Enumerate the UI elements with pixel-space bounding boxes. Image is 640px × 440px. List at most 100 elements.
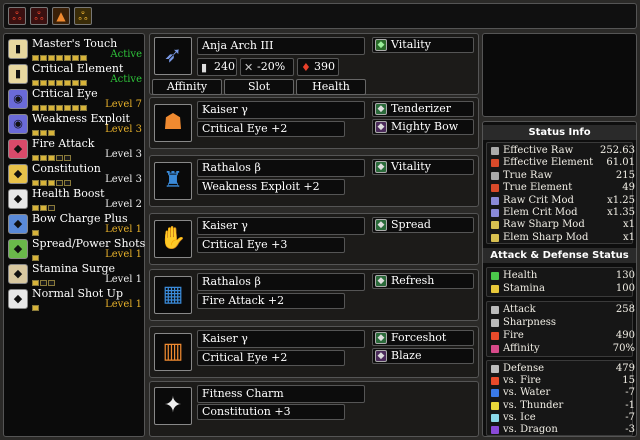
stat-row: Stamina 100 xyxy=(489,283,637,295)
armor-piece-icon: ☗ xyxy=(154,104,192,142)
armor-name[interactable]: Kaiser γ xyxy=(197,330,365,348)
skill-row[interactable]: ◉ Critical Eye Level 7 xyxy=(8,87,144,111)
stat-label: Elem Crit Mod xyxy=(503,207,578,218)
skill-name: Fire Attack xyxy=(32,137,95,150)
weapon-name[interactable]: Anja Arch III xyxy=(197,37,365,55)
stat-label: Effective Raw xyxy=(503,145,574,156)
stat-icon xyxy=(491,233,499,242)
armor-piece-icon: ▥ xyxy=(154,333,192,371)
attack-defense-header: Attack & Defense Status xyxy=(483,248,636,263)
skill-row[interactable]: ◆ Normal Shot Up Level 1 xyxy=(8,287,144,311)
stat-icon xyxy=(491,221,499,230)
skill-name: Constitution xyxy=(32,162,101,175)
stat-icon xyxy=(491,147,499,155)
armor-deco-slot[interactable]: ◆ Forceshot xyxy=(372,330,474,346)
stat-label: Fire xyxy=(503,330,524,341)
stat-row: Attack 258 xyxy=(489,304,637,316)
stat-row: True Raw 215 xyxy=(489,170,637,182)
armor-name[interactable]: Rathalos β xyxy=(197,159,365,177)
tab-health[interactable]: Health xyxy=(296,79,366,95)
stat-icon xyxy=(491,426,499,434)
skill-row[interactable]: ◆ Spread/Power Shots Level 1 xyxy=(8,237,145,261)
tab-affinity[interactable]: Affinity xyxy=(152,79,222,95)
skill-list-panel: ▮ Master's Touch Active ▮ Critical Element Ac… xyxy=(3,33,145,437)
stat-value: 49 xyxy=(622,182,635,194)
charm-card: ✦ Fitness Charm Constitution +3 xyxy=(149,381,479,437)
skill-preset-icon-1[interactable]: ஃ xyxy=(8,7,26,25)
skill-icon: ◆ xyxy=(8,164,28,184)
gem-icon: ◆ xyxy=(375,350,387,362)
skill-preset-icon-4[interactable]: ஃ xyxy=(74,7,92,25)
stat-label: Effective Element xyxy=(503,157,594,169)
armor-deco-slot[interactable]: ◆ Mighty Bow xyxy=(372,119,474,135)
tab-slot[interactable]: Slot xyxy=(224,79,294,95)
gem-icon: ◆ xyxy=(375,332,387,344)
armor-name[interactable]: Kaiser γ xyxy=(197,101,365,119)
armor-piece-icon: ▦ xyxy=(154,276,192,314)
skill-row[interactable]: ◉ Weakness Exploit Level 3 xyxy=(8,112,144,136)
gem-icon: ◆ xyxy=(375,103,387,115)
stat-row: True Element 49 xyxy=(489,182,637,194)
stat-icon xyxy=(491,159,499,168)
skill-level: Level 3 xyxy=(105,174,142,185)
skill-level: Level 1 xyxy=(105,274,142,285)
affinity-icon: ✕ xyxy=(244,61,254,74)
stat-value: 215 xyxy=(615,169,635,181)
skill-icon: ◆ xyxy=(8,239,28,259)
weapon-deco-slot[interactable]: ◆ Vitality xyxy=(372,37,474,53)
stat-value: x1.25 xyxy=(607,194,635,206)
gem-icon: ◆ xyxy=(375,121,387,133)
skill-level: Level 1 xyxy=(105,249,142,260)
skill-level: Level 1 xyxy=(105,224,142,235)
stat-row: vs. Ice -7 xyxy=(489,412,637,424)
stat-value: 70% xyxy=(612,343,635,354)
skill-icon: ◆ xyxy=(8,264,28,284)
stat-label: Affinity xyxy=(503,343,540,354)
stat-icon xyxy=(491,389,499,398)
stat-value: 61.01 xyxy=(606,157,635,169)
skill-preset-icon-3[interactable]: ▲ xyxy=(52,7,70,25)
armor-deco-slot[interactable]: ◆ Tenderizer xyxy=(372,101,474,117)
armor-deco-slot[interactable]: ◆ Refresh xyxy=(372,273,474,289)
skill-row[interactable]: ▮ Master's Touch Active xyxy=(8,37,144,61)
stat-icon xyxy=(491,377,499,386)
skill-level-bar xyxy=(32,151,88,161)
stat-value: 252.63 xyxy=(600,145,635,156)
skill-row[interactable]: ▮ Critical Element Active xyxy=(8,62,144,86)
armor-deco-slot[interactable]: ◆ Blaze xyxy=(372,348,474,364)
charm-skill: Constitution +3 xyxy=(197,404,345,420)
armor-name[interactable]: Kaiser γ xyxy=(197,217,365,235)
skill-row[interactable]: ◆ Constitution Level 3 xyxy=(8,162,144,186)
skill-level-bar xyxy=(32,226,88,236)
skill-icon: ◆ xyxy=(8,289,28,309)
skill-name: Critical Eye xyxy=(32,87,98,100)
stat-icon xyxy=(491,413,499,422)
armor-card: ✋ Kaiser γ Critical Eye +3 ◆ Spread xyxy=(149,213,479,265)
stat-row: Elem Sharp Mod x1 xyxy=(489,232,637,244)
status-info-group: Effective Raw 252.63 Effective Element 61.0… xyxy=(486,142,635,244)
skill-row[interactable]: ◆ Fire Attack Level 3 xyxy=(8,137,144,161)
skill-icon: ◆ xyxy=(8,189,28,209)
armor-card: ▦ Rathalos β Fire Attack +2 ◆ Refresh xyxy=(149,269,479,321)
stat-icon xyxy=(491,306,499,314)
skill-row[interactable]: ◆ Health Boost Level 2 xyxy=(8,187,144,211)
skill-row[interactable]: ◆ Bow Charge Plus Level 1 xyxy=(8,212,144,236)
stat-row: Health 130 xyxy=(489,270,637,282)
weapon-affinity: ✕ -20% xyxy=(240,58,294,76)
skill-preset-icon-2[interactable]: ஃ xyxy=(30,7,48,25)
skill-icon: ◆ xyxy=(8,139,28,159)
stat-row: Fire 490 xyxy=(489,330,637,342)
stat-row: Raw Crit Mod x1.25 xyxy=(489,195,637,207)
stat-label: vs. Fire xyxy=(503,375,541,387)
charm-name[interactable]: Fitness Charm xyxy=(197,385,365,403)
skill-row[interactable]: ◆ Stamina Surge Level 1 xyxy=(8,262,144,286)
armor-deco-slot[interactable]: ◆ Vitality xyxy=(372,159,474,175)
stat-value: 490 xyxy=(615,330,635,341)
stat-label: Raw Crit Mod xyxy=(503,194,574,206)
armor-name[interactable]: Rathalos β xyxy=(197,273,365,291)
stat-row: Defense 479 xyxy=(489,363,637,375)
fire-icon: ♦ xyxy=(301,61,311,74)
skill-name: Master's Touch xyxy=(32,37,118,50)
stat-label: Stamina xyxy=(503,283,545,294)
armor-deco-slot[interactable]: ◆ Spread xyxy=(372,217,474,233)
